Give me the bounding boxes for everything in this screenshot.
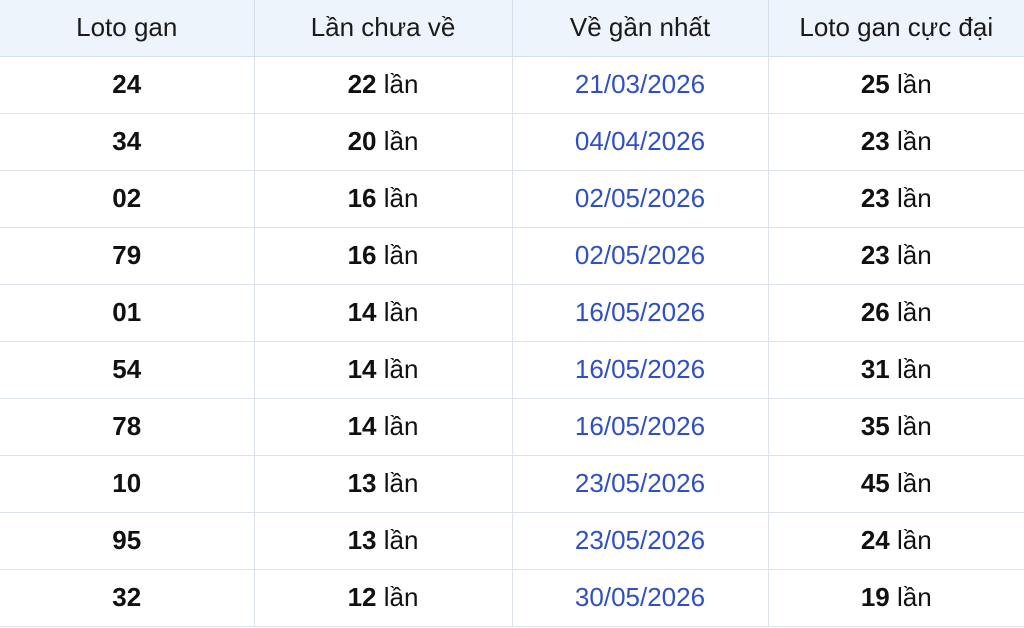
loto-number-cell: 24 xyxy=(0,55,255,114)
missing-count-cell: 13 lần xyxy=(253,454,513,513)
max-gap-cell: 23 lần xyxy=(767,169,1024,228)
max-gap-unit: lần xyxy=(896,525,932,555)
loto-number-cell: 34 xyxy=(0,112,255,171)
loto-number-cell: 10 xyxy=(0,454,255,513)
max-gap-value: 23 xyxy=(860,183,890,213)
last-seen-date-cell: 23/05/2026 xyxy=(511,511,769,570)
missing-count-cell: 20 lần xyxy=(253,112,513,171)
max-gap-unit: lần xyxy=(896,126,932,156)
missing-count-value: 16 xyxy=(347,183,377,213)
table-row: 95 13 lần 23/05/2026 24 lần xyxy=(0,511,1024,570)
missing-count-unit: lần xyxy=(383,582,419,612)
missing-count-value: 14 xyxy=(347,411,377,441)
max-gap-unit: lần xyxy=(896,240,932,270)
missing-count-cell: 14 lần xyxy=(253,283,513,342)
max-gap-value: 23 xyxy=(860,240,890,270)
missing-count-cell: 13 lần xyxy=(253,511,513,570)
loto-number-cell: 79 xyxy=(0,226,255,285)
last-seen-date-cell: 16/05/2026 xyxy=(511,340,769,399)
missing-count-unit: lần xyxy=(383,525,419,555)
header-lan-chua-ve: Lần chưa về xyxy=(253,0,513,57)
last-seen-date-cell: 16/05/2026 xyxy=(511,283,769,342)
missing-count-value: 14 xyxy=(347,297,377,327)
header-row: Loto gan Lần chưa về Về gần nhất Loto ga… xyxy=(0,0,1024,57)
header-ve-gan-nhat: Về gần nhất xyxy=(511,0,769,57)
max-gap-unit: lần xyxy=(896,411,932,441)
last-seen-date-cell: 02/05/2026 xyxy=(511,169,769,228)
max-gap-cell: 19 lần xyxy=(767,568,1024,627)
table-row: 34 20 lần 04/04/2026 23 lần xyxy=(0,112,1024,171)
loto-number-cell: 01 xyxy=(0,283,255,342)
table-row: 01 14 lần 16/05/2026 26 lần xyxy=(0,283,1024,342)
max-gap-cell: 35 lần xyxy=(767,397,1024,456)
loto-number-cell: 32 xyxy=(0,568,255,627)
loto-number-cell: 78 xyxy=(0,397,255,456)
table-row: 10 13 lần 23/05/2026 45 lần xyxy=(0,454,1024,513)
max-gap-cell: 31 lần xyxy=(767,340,1024,399)
last-seen-date-cell: 02/05/2026 xyxy=(511,226,769,285)
max-gap-cell: 25 lần xyxy=(767,55,1024,114)
missing-count-cell: 16 lần xyxy=(253,169,513,228)
missing-count-unit: lần xyxy=(383,126,419,156)
missing-count-value: 20 xyxy=(347,126,377,156)
max-gap-value: 25 xyxy=(860,69,890,99)
missing-count-value: 13 xyxy=(347,468,377,498)
missing-count-cell: 14 lần xyxy=(253,340,513,399)
max-gap-value: 24 xyxy=(860,525,890,555)
missing-count-cell: 14 lần xyxy=(253,397,513,456)
table-body: 24 22 lần 21/03/2026 25 lần 34 20 lần 04/04/20… xyxy=(0,55,1024,627)
missing-count-cell: 16 lần xyxy=(253,226,513,285)
header-loto-gan: Loto gan xyxy=(0,0,255,57)
table-header: Loto gan Lần chưa về Về gần nhất Loto ga… xyxy=(0,0,1024,57)
last-seen-date-cell: 23/05/2026 xyxy=(511,454,769,513)
missing-count-value: 16 xyxy=(347,240,377,270)
table-row: 02 16 lần 02/05/2026 23 lần xyxy=(0,169,1024,228)
max-gap-value: 26 xyxy=(860,297,890,327)
table-row: 24 22 lần 21/03/2026 25 lần xyxy=(0,55,1024,114)
loto-number-cell: 02 xyxy=(0,169,255,228)
table-row: 78 14 lần 16/05/2026 35 lần xyxy=(0,397,1024,456)
missing-count-value: 12 xyxy=(347,582,377,612)
missing-count-value: 13 xyxy=(347,525,377,555)
missing-count-unit: lần xyxy=(383,297,419,327)
missing-count-unit: lần xyxy=(383,69,419,99)
max-gap-unit: lần xyxy=(896,582,932,612)
missing-count-unit: lần xyxy=(383,240,419,270)
last-seen-date-cell: 21/03/2026 xyxy=(511,55,769,114)
max-gap-unit: lần xyxy=(896,69,932,99)
table-row: 54 14 lần 16/05/2026 31 lần xyxy=(0,340,1024,399)
last-seen-date-cell: 04/04/2026 xyxy=(511,112,769,171)
max-gap-value: 19 xyxy=(860,582,890,612)
header-loto-gan-cuc-dai: Loto gan cực đại xyxy=(767,0,1024,57)
max-gap-cell: 24 lần xyxy=(767,511,1024,570)
max-gap-value: 23 xyxy=(860,126,890,156)
max-gap-value: 31 xyxy=(860,354,890,384)
max-gap-value: 45 xyxy=(860,468,890,498)
loto-gan-table: Loto gan Lần chưa về Về gần nhất Loto ga… xyxy=(0,0,1024,627)
max-gap-cell: 26 lần xyxy=(767,283,1024,342)
max-gap-unit: lần xyxy=(896,354,932,384)
last-seen-date-cell: 30/05/2026 xyxy=(511,568,769,627)
loto-number-cell: 54 xyxy=(0,340,255,399)
max-gap-cell: 23 lần xyxy=(767,112,1024,171)
max-gap-cell: 23 lần xyxy=(767,226,1024,285)
max-gap-unit: lần xyxy=(896,183,932,213)
missing-count-unit: lần xyxy=(383,411,419,441)
loto-number-cell: 95 xyxy=(0,511,255,570)
missing-count-value: 14 xyxy=(347,354,377,384)
table-row: 79 16 lần 02/05/2026 23 lần xyxy=(0,226,1024,285)
missing-count-cell: 22 lần xyxy=(253,55,513,114)
max-gap-value: 35 xyxy=(860,411,890,441)
missing-count-cell: 12 lần xyxy=(253,568,513,627)
max-gap-unit: lần xyxy=(896,468,932,498)
missing-count-unit: lần xyxy=(383,354,419,384)
table-row: 32 12 lần 30/05/2026 19 lần xyxy=(0,568,1024,627)
last-seen-date-cell: 16/05/2026 xyxy=(511,397,769,456)
missing-count-value: 22 xyxy=(347,69,377,99)
max-gap-cell: 45 lần xyxy=(767,454,1024,513)
missing-count-unit: lần xyxy=(383,468,419,498)
max-gap-unit: lần xyxy=(896,297,932,327)
missing-count-unit: lần xyxy=(383,183,419,213)
